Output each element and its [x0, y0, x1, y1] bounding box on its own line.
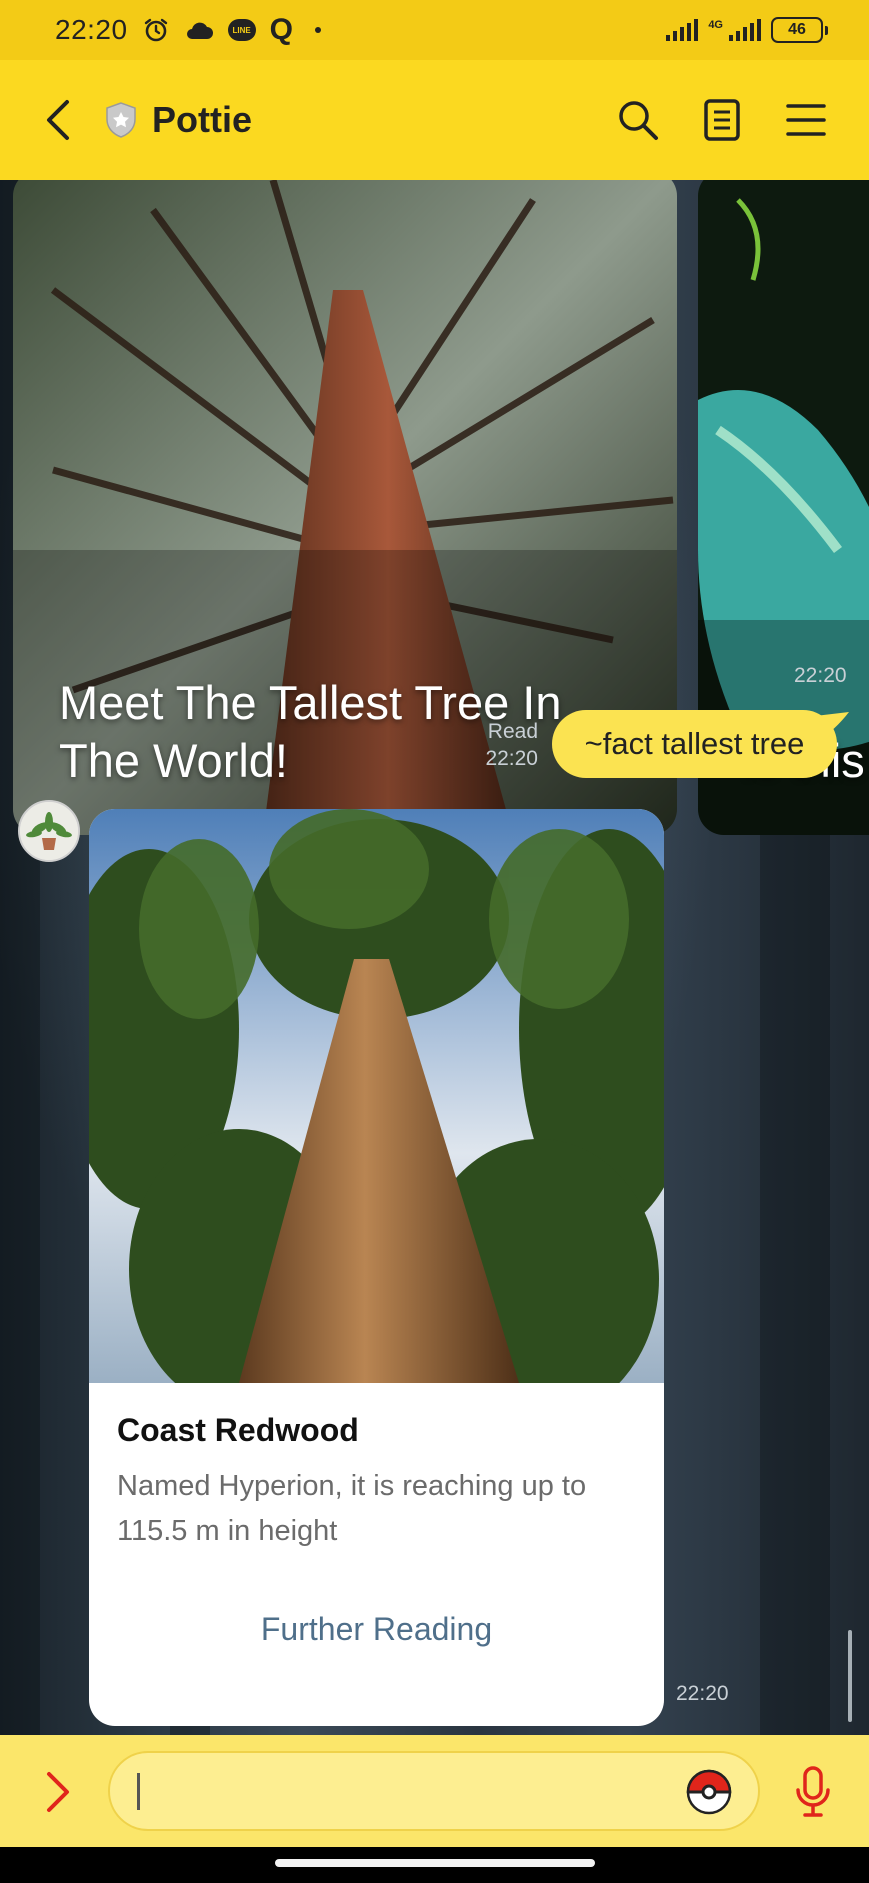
home-indicator[interactable] [275, 1859, 595, 1867]
menu-button[interactable] [783, 97, 829, 143]
shield-icon [106, 102, 136, 138]
search-button[interactable] [615, 97, 661, 143]
message-time: 22:20 [794, 664, 847, 687]
battery-icon: 46 [771, 17, 828, 43]
notes-icon [704, 99, 740, 141]
back-button[interactable] [18, 60, 98, 180]
microphone-icon [796, 1766, 830, 1817]
chat-header: Pottie [0, 60, 869, 180]
status-notification-icons: LINE Q [142, 13, 321, 47]
message-input[interactable] [108, 1751, 760, 1831]
system-navigation-bar [0, 1847, 869, 1883]
read-label: Read [487, 720, 538, 743]
scrollbar[interactable] [848, 1630, 852, 1722]
read-receipt: Read 22:20 [470, 718, 538, 773]
fact-title: Coast Redwood [117, 1412, 359, 1448]
chevron-right-icon [47, 1772, 69, 1812]
outgoing-message-bubble[interactable]: ~fact tallest tree [552, 710, 837, 778]
expand-menu-button[interactable] [36, 1767, 80, 1817]
bot-avatar[interactable] [18, 800, 80, 862]
text-cursor [137, 1773, 140, 1810]
q-app-icon: Q [269, 13, 293, 46]
alarm-icon [144, 18, 167, 42]
outgoing-message-text: ~fact tallest tree [584, 726, 805, 761]
menu-icon [786, 104, 826, 136]
fact-body: Named Hyperion, it is reaching up to 115… [117, 1470, 587, 1547]
status-time: 22:20 [55, 14, 128, 45]
pokeball-sticker-icon [686, 1769, 732, 1815]
further-reading-link[interactable]: Further Reading [89, 1574, 664, 1684]
fact-card[interactable]: Coast Redwood Named Hyperion, it is reac… [89, 809, 664, 1726]
signal-icon [666, 19, 699, 41]
header-actions [615, 97, 829, 143]
back-arrow-icon [47, 100, 69, 140]
line-app-icon: LINE [227, 19, 256, 41]
network-type: 4G [708, 19, 723, 31]
notes-button[interactable] [699, 97, 745, 143]
read-time: 22:20 [485, 747, 538, 771]
more-notifications-dot [314, 27, 321, 33]
status-bar: 22:20 LINE Q 4G 46 [0, 0, 869, 60]
signal-4g-icon [729, 19, 761, 41]
message-input-bar [0, 1735, 869, 1847]
cloud-icon [186, 22, 213, 39]
redwood-photo [89, 809, 664, 1383]
message-time: 22:20 [676, 1682, 729, 1705]
microphone-button[interactable] [790, 1765, 836, 1819]
search-icon [619, 101, 658, 140]
battery-level: 46 [788, 21, 806, 38]
chat-title: Pottie [152, 99, 253, 140]
status-system-icons: 4G 46 [666, 17, 828, 43]
chat-message-list[interactable]: Meet The Tallest Tree In The World! Is t… [0, 180, 869, 1735]
plant-icon [20, 802, 78, 860]
sticker-button[interactable] [686, 1769, 732, 1815]
